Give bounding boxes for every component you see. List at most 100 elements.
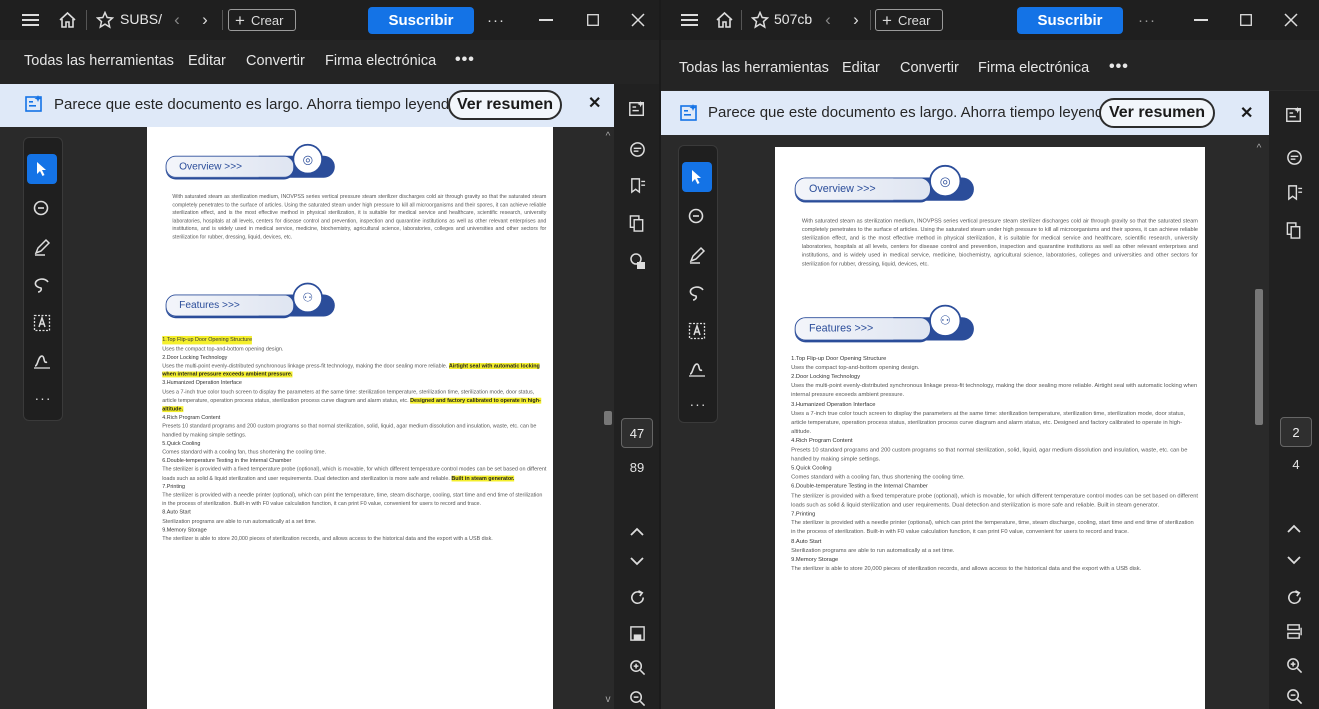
minimize-icon[interactable] xyxy=(536,0,556,40)
menu-convert[interactable]: Convertir xyxy=(900,60,959,76)
feature-text: Uses a 7-inch true color touch screen to… xyxy=(162,388,548,414)
plus-icon: + xyxy=(235,10,245,30)
more-options-icon[interactable]: ··· xyxy=(484,0,508,40)
subscribe-button[interactable]: Suscribir xyxy=(1017,7,1123,34)
chevron-right-icon[interactable]: › xyxy=(847,0,865,40)
menu-e-signature[interactable]: Firma electrónica xyxy=(978,60,1089,76)
feature-title: 5.Quick Cooling xyxy=(791,465,832,472)
chevron-right-icon[interactable]: › xyxy=(196,0,214,40)
scrollbar-thumb[interactable] xyxy=(604,411,612,425)
menu-edit[interactable]: Editar xyxy=(842,60,880,76)
menu-convert[interactable]: Convertir xyxy=(246,53,305,69)
more-options-icon[interactable]: ··· xyxy=(1135,0,1159,40)
page-up-icon[interactable] xyxy=(626,520,648,542)
more-tools-icon[interactable]: ··· xyxy=(679,396,717,412)
home-icon[interactable] xyxy=(55,0,79,40)
menu-more-icon[interactable]: ••• xyxy=(1109,58,1129,76)
more-tools-icon[interactable]: ··· xyxy=(24,390,62,406)
zoom-in-icon[interactable] xyxy=(626,656,648,678)
draw-tool-icon[interactable] xyxy=(27,232,57,262)
menu-all-tools[interactable]: Todas las herramientas xyxy=(679,60,829,76)
tab-title[interactable]: SUBS/ xyxy=(120,11,166,27)
ai-assistant-icon[interactable] xyxy=(1283,104,1305,126)
text-recognition-icon[interactable] xyxy=(682,316,712,346)
zoom-in-icon[interactable] xyxy=(1283,654,1305,676)
menu-e-signature[interactable]: Firma electrónica xyxy=(325,53,436,69)
scroll-up-icon[interactable]: ^ xyxy=(602,131,614,142)
comment-tool-icon[interactable] xyxy=(27,194,57,224)
page-down-icon[interactable] xyxy=(1283,549,1305,571)
lasso-tool-icon[interactable] xyxy=(682,278,712,308)
star-icon[interactable] xyxy=(749,0,771,40)
protect-icon[interactable] xyxy=(626,250,648,272)
hamburger-menu-icon[interactable] xyxy=(20,0,40,40)
feature-title: 8.Auto Start xyxy=(791,538,822,545)
pages-icon[interactable] xyxy=(1283,219,1305,241)
close-window-icon[interactable] xyxy=(1281,0,1301,40)
chevron-left-icon[interactable]: ‹ xyxy=(168,0,186,40)
hamburger-menu-icon[interactable] xyxy=(679,0,699,40)
maximize-icon[interactable] xyxy=(1236,0,1256,40)
star-icon[interactable] xyxy=(94,0,116,40)
view-summary-button[interactable]: Ver resumen xyxy=(448,90,562,120)
zoom-out-icon[interactable] xyxy=(1283,685,1305,707)
maximize-icon[interactable] xyxy=(583,0,603,40)
page-up-icon[interactable] xyxy=(1283,517,1305,539)
tab-title[interactable]: 507cb xyxy=(774,11,820,27)
comment-tool-icon[interactable] xyxy=(682,202,712,232)
document-summary-icon xyxy=(24,94,44,114)
menu-edit[interactable]: Editar xyxy=(188,53,226,69)
bookmark-icon[interactable] xyxy=(1283,181,1305,203)
minimize-icon[interactable] xyxy=(1191,0,1211,40)
sign-tool-icon[interactable] xyxy=(27,346,57,376)
current-page-input[interactable]: 47 xyxy=(621,418,653,448)
home-icon[interactable] xyxy=(712,0,736,40)
close-window-icon[interactable] xyxy=(628,0,648,40)
refresh-icon[interactable] xyxy=(626,586,648,608)
save-icon[interactable] xyxy=(626,622,648,644)
feature-title: 6.Double-temperature Testing in the Inte… xyxy=(791,483,928,490)
feature-highlight: Built in steam generator. xyxy=(1097,501,1160,508)
feature-text: Comes standard with a cooling fan, thus … xyxy=(162,448,548,457)
close-banner-icon[interactable]: ✕ xyxy=(1240,103,1253,123)
feature-title: 5.Quick Cooling xyxy=(162,440,201,447)
subscribe-button[interactable]: Suscribir xyxy=(368,7,474,34)
refresh-icon[interactable] xyxy=(1283,586,1305,608)
summary-banner: Parece que este documento es largo. Ahor… xyxy=(661,91,1269,135)
zoom-out-icon[interactable] xyxy=(626,687,648,709)
create-button[interactable]: + Crear xyxy=(875,9,943,31)
feature-text: Presets 10 standard programs and 200 cus… xyxy=(162,423,548,440)
scroll-down-icon[interactable]: v xyxy=(602,694,614,705)
lasso-tool-icon[interactable] xyxy=(27,270,57,300)
scrollbar-thumb[interactable] xyxy=(1255,289,1263,425)
scroll-mode-icon[interactable] xyxy=(1283,620,1305,642)
view-summary-button[interactable]: Ver resumen xyxy=(1099,98,1215,128)
bookmark-icon[interactable] xyxy=(626,174,648,196)
overview-paragraph: With saturated steam as sterilization me… xyxy=(172,193,547,241)
chevron-left-icon[interactable]: ‹ xyxy=(819,0,837,40)
text-recognition-icon[interactable] xyxy=(27,308,57,338)
sign-tool-icon[interactable] xyxy=(682,354,712,384)
ai-assistant-icon[interactable] xyxy=(626,98,648,120)
scroll-up-icon[interactable]: ^ xyxy=(1253,143,1265,154)
select-tool-icon[interactable] xyxy=(682,162,712,192)
create-button[interactable]: + Crear xyxy=(228,9,296,31)
feature-description: Uses the multi-point evenly-distributed … xyxy=(162,363,448,369)
page-down-icon[interactable] xyxy=(626,550,648,572)
menu-more-icon[interactable]: ••• xyxy=(455,51,475,69)
draw-tool-icon[interactable] xyxy=(682,240,712,270)
right-toolbar: 47 89 xyxy=(614,84,659,709)
comment-icon[interactable] xyxy=(1283,146,1305,168)
vertical-scrollbar[interactable]: ^ xyxy=(1253,135,1265,709)
comment-icon[interactable] xyxy=(626,138,648,160)
vertical-scrollbar[interactable]: ^ v xyxy=(602,127,614,709)
current-page-input[interactable]: 2 xyxy=(1280,417,1312,447)
menu-all-tools[interactable]: Todas las herramientas xyxy=(24,53,174,69)
menu-bar: Todas las herramientas Editar Convertir … xyxy=(0,40,659,84)
close-banner-icon[interactable]: ✕ xyxy=(588,93,601,113)
feature-description: Uses the compact top-and-bottom opening … xyxy=(791,364,920,371)
create-label: Crear xyxy=(250,12,284,28)
select-tool-icon[interactable] xyxy=(27,154,57,184)
pages-icon[interactable] xyxy=(626,212,648,234)
feature-text: Uses the compact top-and-bottom opening … xyxy=(791,364,1200,373)
